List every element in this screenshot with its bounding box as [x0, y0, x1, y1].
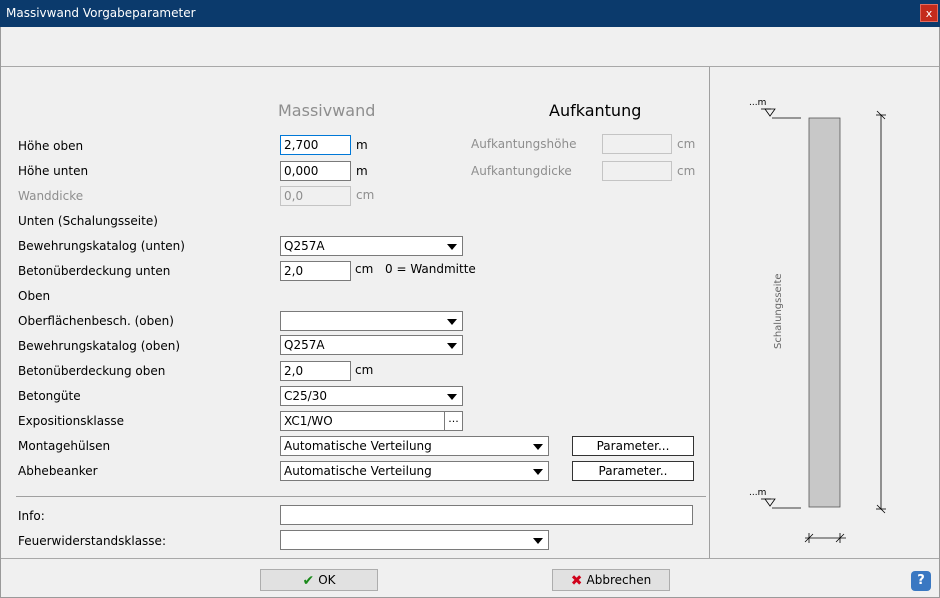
section-massivwand: Massivwand — [278, 101, 376, 120]
wanddicke-input[interactable]: 0,0 — [280, 186, 351, 206]
expositionsklasse-value: XC1/WO — [284, 414, 333, 428]
window-title: Massivwand Vorgabeparameter — [6, 6, 196, 20]
wanddicke-label: Wanddicke — [18, 189, 84, 203]
betonguete-value: C25/30 — [284, 389, 327, 403]
wall-rectangle — [808, 117, 841, 508]
bewehrung-unten-select[interactable]: Q257A — [280, 236, 463, 256]
oberflaeche-oben-label: Oberflächenbesch. (oben) — [18, 314, 174, 328]
chevron-down-icon — [533, 444, 543, 450]
aufkantungshoehe-unit: cm — [677, 137, 696, 151]
betonueberdeckung-unten-input[interactable]: 2,0 — [280, 261, 351, 281]
feuerwiderstand-select[interactable] — [280, 530, 549, 550]
form-separator — [16, 496, 706, 497]
cross-icon: ✖ — [570, 573, 583, 589]
wall-preview-drawing: ...m Schalungsseite ...m — [749, 98, 886, 543]
wanddicke-unit: cm — [356, 188, 375, 202]
toolbar-strip — [1, 27, 939, 67]
abhebeanker-value: Automatische Verteilung — [284, 464, 432, 478]
wandmitte-note: 0 = Wandmitte — [385, 262, 476, 276]
abhebeanker-select[interactable]: Automatische Verteilung — [280, 461, 549, 481]
title-bar: Massivwand Vorgabeparameter x — [0, 0, 940, 27]
bottom-level-triangle-icon — [764, 498, 776, 507]
cancel-button[interactable]: ✖ Abbrechen — [552, 569, 670, 591]
betonguete-label: Betongüte — [18, 389, 81, 403]
chevron-down-icon — [447, 343, 457, 349]
bewehrung-oben-label: Bewehrungskatalog (oben) — [18, 339, 180, 353]
betonueberdeckung-oben-label: Betonüberdeckung oben — [18, 364, 166, 378]
aufkantungdicke-input[interactable] — [602, 161, 672, 181]
info-label: Info: — [18, 509, 45, 523]
chevron-down-icon — [533, 538, 543, 544]
hoehe-oben-unit: m — [356, 138, 368, 152]
top-level-marker: ...m — [749, 98, 766, 108]
section-aufkantung: Aufkantung — [549, 101, 642, 120]
aufkantungdicke-unit: cm — [677, 164, 696, 178]
betonueberdeckung-unten-label: Betonüberdeckung unten — [18, 264, 171, 278]
close-button[interactable]: x — [920, 4, 938, 22]
betonueberdeckung-unten-unit: cm — [355, 262, 374, 276]
hoehe-unten-label: Höhe unten — [18, 164, 89, 178]
chevron-down-icon — [533, 469, 543, 475]
expositionsklasse-field[interactable]: XC1/WO ... — [280, 411, 463, 431]
ok-label: OK — [318, 573, 336, 587]
betonguete-select[interactable]: C25/30 — [280, 386, 463, 406]
montagehuelsen-parameter-button[interactable]: Parameter... — [572, 436, 694, 456]
montagehuelsen-value: Automatische Verteilung — [284, 439, 432, 453]
hoehe-oben-input[interactable]: 2,700 — [280, 135, 351, 155]
help-icon[interactable]: ? — [911, 571, 931, 591]
betonueberdeckung-oben-unit: cm — [355, 363, 374, 377]
aufkantungshoehe-label: Aufkantungshöhe — [471, 137, 577, 151]
bewehrung-unten-value: Q257A — [284, 239, 325, 253]
cancel-label: Abbrechen — [586, 573, 652, 587]
button-bar — [1, 558, 939, 597]
bewehrung-unten-label: Bewehrungskatalog (unten) — [18, 239, 185, 253]
abhebeanker-parameter-button[interactable]: Parameter.. — [572, 461, 694, 481]
unten-header: Unten (Schalungsseite) — [18, 214, 158, 228]
abhebeanker-label: Abhebeanker — [18, 464, 98, 478]
bewehrung-oben-value: Q257A — [284, 338, 325, 352]
bewehrung-oben-select[interactable]: Q257A — [280, 335, 463, 355]
hoehe-unten-input[interactable]: 0,000 — [280, 161, 351, 181]
schalungsseite-label: Schalungsseite — [773, 273, 784, 349]
feuerwiderstand-label: Feuerwiderstandsklasse: — [18, 534, 166, 548]
chevron-down-icon — [447, 319, 457, 325]
chevron-down-icon — [447, 244, 457, 250]
expositionsklasse-label: Expositionsklasse — [18, 414, 124, 428]
montagehuelsen-select[interactable]: Automatische Verteilung — [280, 436, 549, 456]
oberflaeche-oben-select[interactable] — [280, 311, 463, 331]
checkmark-icon: ✔ — [302, 573, 315, 589]
ellipsis-button[interactable]: ... — [444, 412, 462, 430]
top-level-triangle-icon — [764, 108, 776, 117]
montagehuelsen-label: Montagehülsen — [18, 439, 111, 453]
chevron-down-icon — [447, 394, 457, 400]
hoehe-oben-label: Höhe oben — [18, 139, 84, 153]
ok-button[interactable]: ✔ OK — [260, 569, 378, 591]
betonueberdeckung-oben-input[interactable]: 2,0 — [280, 361, 351, 381]
bottom-level-marker: ...m — [749, 488, 766, 498]
info-input[interactable] — [280, 505, 693, 525]
aufkantungdicke-label: Aufkantungdicke — [471, 164, 572, 178]
aufkantungshoehe-input[interactable] — [602, 134, 672, 154]
hoehe-unten-unit: m — [356, 164, 368, 178]
oben-header: Oben — [18, 289, 51, 303]
wall-preview: ...m Schalungsseite ...m — [709, 67, 939, 558]
